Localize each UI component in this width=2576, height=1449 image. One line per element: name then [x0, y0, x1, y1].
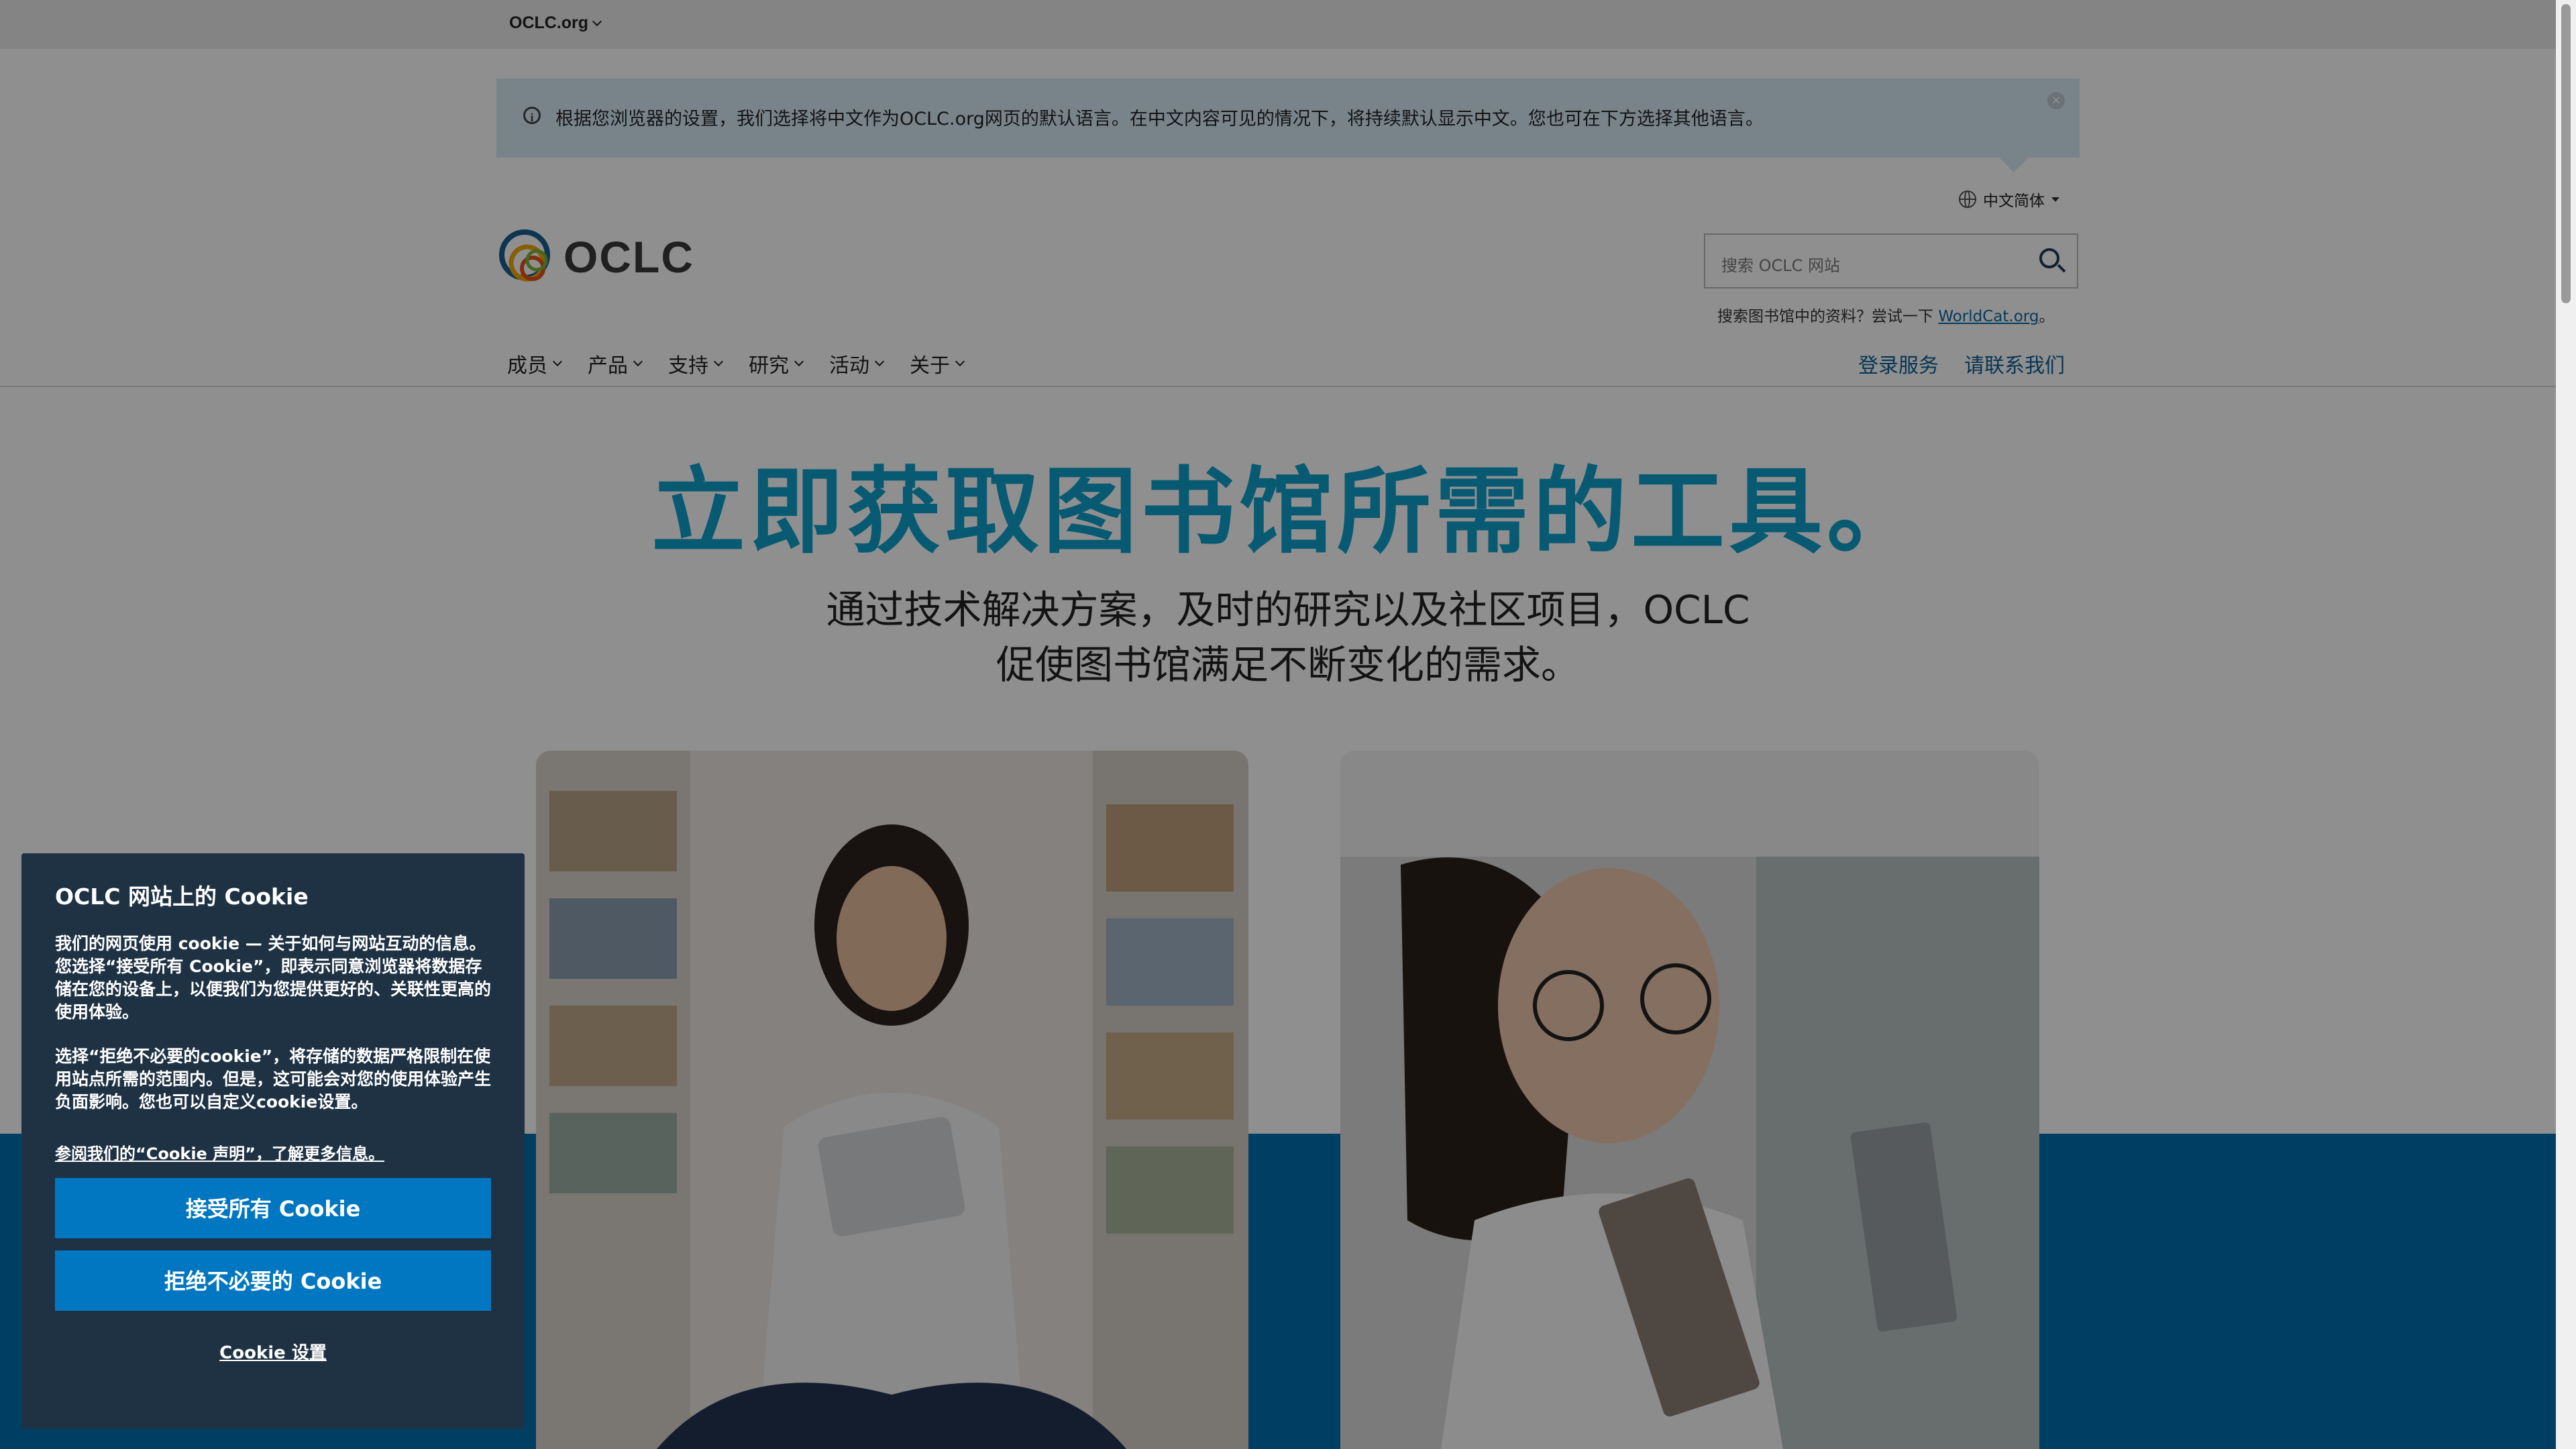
cookie-consent-dialog: OCLC 网站上的 Cookie 我们的网页使用 cookie — 关于如何与网… — [21, 853, 525, 1429]
reject-cookies-button[interactable]: 拒绝不必要的 Cookie — [55, 1250, 491, 1311]
cookie-policy-link[interactable]: 参阅我们的“Cookie 声明”，了解更多信息。 — [55, 1140, 384, 1164]
cookie-dialog-title: OCLC 网站上的 Cookie — [55, 883, 309, 910]
page-scrollbar[interactable] — [2556, 0, 2576, 1449]
cookie-description: 我们的网页使用 cookie — 关于如何与网站互动的信息。您选择“接受所有 C… — [55, 934, 492, 1022]
accept-all-cookies-button[interactable]: 接受所有 Cookie — [55, 1178, 491, 1238]
cookie-reject-description: 选择“拒绝不必要的cookie”，将存储的数据严格限制在使用站点所需的范围内。但… — [55, 1046, 492, 1112]
scrollbar-thumb[interactable] — [2561, 4, 2571, 303]
cookie-settings-link[interactable]: Cookie 设置 — [21, 1339, 525, 1364]
